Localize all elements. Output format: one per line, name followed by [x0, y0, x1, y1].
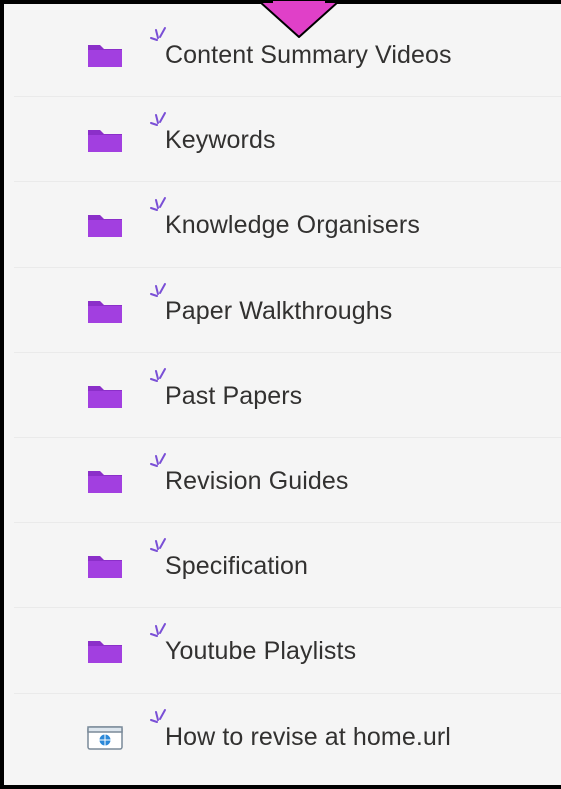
file-list: Content Summary Videos Keywords Knowledg… [14, 12, 561, 779]
folder-icon [88, 641, 122, 664]
item-name[interactable]: Youtube Playlists [165, 637, 356, 666]
list-item-paper-walkthroughs[interactable]: Paper Walkthroughs [14, 268, 561, 353]
folder-icon [88, 215, 122, 238]
folder-icon [88, 130, 122, 153]
folder-icon [88, 300, 122, 323]
list-item-youtube-playlists[interactable]: Youtube Playlists [14, 608, 561, 694]
folder-icon [88, 556, 122, 579]
list-item-how-to-revise-at-home[interactable]: How to revise at home.url [14, 694, 561, 779]
list-item-specification[interactable]: Specification [14, 523, 561, 609]
item-name[interactable]: Knowledge Organisers [165, 211, 420, 240]
item-name[interactable]: How to revise at home.url [165, 723, 451, 752]
list-item-knowledge-organisers[interactable]: Knowledge Organisers [14, 182, 561, 268]
item-name[interactable]: Revision Guides [165, 467, 349, 496]
item-name[interactable]: Content Summary Videos [165, 41, 452, 70]
list-item-revision-guides[interactable]: Revision Guides [14, 438, 561, 524]
folder-icon [88, 45, 122, 67]
item-name[interactable]: Specification [165, 552, 308, 581]
item-name[interactable]: Paper Walkthroughs [165, 297, 392, 326]
item-name[interactable]: Past Papers [165, 382, 302, 411]
web-link-file-icon [87, 725, 123, 750]
folder-icon [88, 385, 122, 408]
list-item-content-summary-videos[interactable]: Content Summary Videos [14, 12, 561, 98]
folder-icon [88, 470, 122, 493]
item-name[interactable]: Keywords [165, 126, 276, 155]
list-item-past-papers[interactable]: Past Papers [14, 353, 561, 438]
list-item-keywords[interactable]: Keywords [14, 97, 561, 183]
